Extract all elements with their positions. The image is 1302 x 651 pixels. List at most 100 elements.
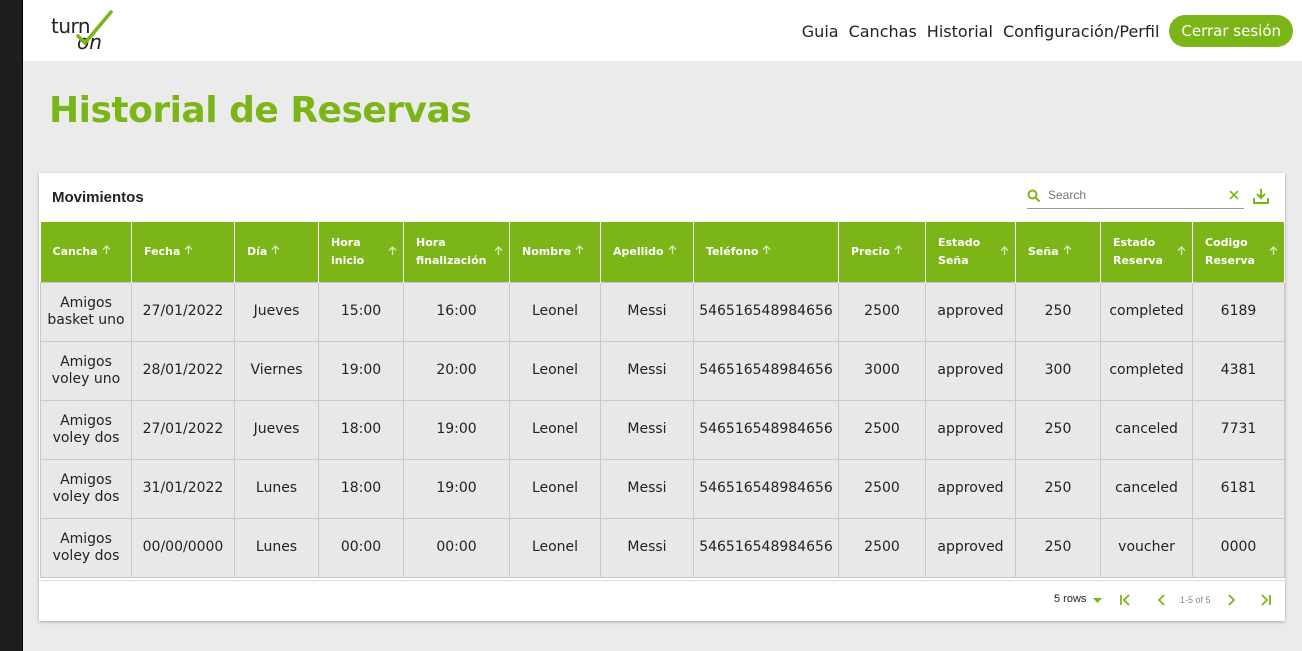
cell-nombre: Leonel [509, 399, 601, 460]
table-row[interactable]: Amigos voley dos 31/01/2022 Lunes 18:00 19:00… [40, 458, 1285, 519]
nav-historial[interactable]: Historial [927, 22, 993, 41]
table-row[interactable]: Amigos basket uno 27/01/2022 Jueves 15:00 16:… [40, 281, 1285, 342]
cell-dia: Viernes [234, 340, 319, 401]
column-header-dia[interactable]: Día [234, 222, 319, 282]
first-page-icon[interactable] [1118, 593, 1132, 607]
cell-sena: 300 [1015, 340, 1101, 401]
download-icon[interactable] [1253, 188, 1269, 205]
search-input[interactable] [1048, 188, 1218, 202]
cell-cancha-line2: voley dos [52, 488, 120, 505]
cell-fin: 16:00 [403, 281, 510, 342]
cell-cancha-line2: basket uno [47, 311, 125, 328]
sort-arrow-icon[interactable] [1063, 243, 1072, 261]
sort-arrow-icon[interactable] [894, 243, 903, 261]
cell-apellido: Messi [600, 458, 694, 519]
cell-fecha: 31/01/2022 [131, 458, 235, 519]
movimientos-card: Movimientos Search Cancha Fecha Día Hora… [39, 173, 1285, 621]
sort-arrow-icon[interactable] [575, 243, 584, 261]
cell-cancha: Amigos voley dos [40, 399, 132, 460]
next-page-icon[interactable] [1224, 593, 1238, 607]
column-header-apellido[interactable]: Apellido [600, 222, 694, 282]
cell-cancha-line2: voley dos [52, 547, 120, 564]
last-page-icon[interactable] [1259, 593, 1273, 607]
cell-telefono: 546516548984656 [693, 340, 839, 401]
nav-configuracion-perfil[interactable]: Configuración/Perfil [1003, 22, 1159, 41]
cell-inicio: 00:00 [318, 517, 404, 578]
cell-sena: 250 [1015, 399, 1101, 460]
reservations-table: Cancha Fecha Día Hora inicio Hora finaliza… [40, 222, 1285, 578]
search-icon [1027, 189, 1041, 203]
page-title: Historial de Reservas [49, 90, 472, 131]
column-header-precio[interactable]: Precio [838, 222, 926, 282]
cell-telefono: 546516548984656 [693, 281, 839, 342]
cell-precio: 2500 [838, 517, 926, 578]
cell-inicio: 18:00 [318, 458, 404, 519]
cell-telefono: 546516548984656 [693, 399, 839, 460]
cell-estado-sena: approved [925, 281, 1016, 342]
clear-icon[interactable] [1228, 189, 1240, 201]
column-header-sena[interactable]: Seña [1015, 222, 1101, 282]
table-header-row: Cancha Fecha Día Hora inicio Hora finaliza… [40, 222, 1285, 282]
table-row[interactable]: Amigos voley dos 00/00/0000 Lunes 00:00 00:00… [40, 517, 1285, 578]
card-title: Movimientos [52, 189, 144, 206]
sort-arrow-icon[interactable] [271, 243, 280, 261]
cell-fin: 00:00 [403, 517, 510, 578]
cell-fecha: 28/01/2022 [131, 340, 235, 401]
caret-down-icon[interactable] [1093, 598, 1102, 603]
logo[interactable]: turn on [51, 10, 115, 54]
sort-arrow-icon[interactable] [1000, 244, 1009, 262]
cell-estado-reserva: canceled [1100, 458, 1193, 519]
column-header-hora-inicio[interactable]: Hora inicio [318, 222, 404, 282]
column-header-estado-reserva[interactable]: Estado Reserva [1100, 222, 1193, 282]
cell-estado-sena: approved [925, 399, 1016, 460]
cell-fecha: 27/01/2022 [131, 399, 235, 460]
column-header-fecha[interactable]: Fecha [131, 222, 235, 282]
cell-cancha-line1: Amigos [60, 353, 112, 370]
cell-fin: 20:00 [403, 340, 510, 401]
logout-button[interactable]: Cerrar sesión [1169, 15, 1293, 47]
cell-nombre: Leonel [509, 458, 601, 519]
cell-estado-reserva: voucher [1100, 517, 1193, 578]
nav-guia[interactable]: Guia [802, 22, 839, 41]
rows-per-page-select[interactable]: 5 rows [1054, 593, 1086, 605]
sort-arrow-icon[interactable] [668, 243, 677, 261]
table-row[interactable]: Amigos voley uno 28/01/2022 Viernes 19:00 20:… [40, 340, 1285, 401]
cell-cancha: Amigos voley dos [40, 517, 132, 578]
cell-fin: 19:00 [403, 458, 510, 519]
column-header-hora-finalizacion[interactable]: Hora finalización [403, 222, 510, 282]
cell-cancha-line1: Amigos [60, 471, 112, 488]
table-row[interactable]: Amigos voley dos 27/01/2022 Jueves 18:00 19:0… [40, 399, 1285, 460]
nav-canchas[interactable]: Canchas [849, 22, 917, 41]
cell-fecha: 27/01/2022 [131, 281, 235, 342]
cell-estado-sena: approved [925, 458, 1016, 519]
cell-codigo: 0000 [1192, 517, 1285, 578]
prev-page-icon[interactable] [1155, 593, 1169, 607]
cell-cancha-line1: Amigos [60, 412, 112, 429]
sort-arrow-icon[interactable] [762, 243, 771, 261]
sort-arrow-icon[interactable] [494, 244, 503, 262]
cell-estado-reserva: completed [1100, 340, 1193, 401]
sort-arrow-icon[interactable] [184, 243, 193, 261]
cell-nombre: Leonel [509, 340, 601, 401]
cell-codigo: 6181 [1192, 458, 1285, 519]
sort-arrow-icon[interactable] [102, 243, 111, 261]
cell-cancha-line1: Amigos [60, 294, 112, 311]
column-header-nombre[interactable]: Nombre [509, 222, 601, 282]
column-header-estado-sena[interactable]: Estado Seña [925, 222, 1016, 282]
cell-cancha-line2: voley dos [52, 429, 120, 446]
pagination-footer: 5 rows 1-5 of 5 [39, 580, 1285, 621]
column-header-cancha[interactable]: Cancha [40, 222, 132, 282]
check-mark-icon [76, 10, 113, 46]
search-box[interactable] [1027, 186, 1244, 209]
cell-apellido: Messi [600, 517, 694, 578]
column-header-telefono[interactable]: Teléfono [693, 222, 839, 282]
sort-arrow-icon[interactable] [388, 244, 397, 262]
cell-codigo: 4381 [1192, 340, 1285, 401]
cell-dia: Lunes [234, 458, 319, 519]
column-header-codigo-reserva[interactable]: Codigo Reserva [1192, 222, 1285, 282]
cell-inicio: 15:00 [318, 281, 404, 342]
sort-arrow-icon[interactable] [1269, 244, 1278, 262]
cell-codigo: 6189 [1192, 281, 1285, 342]
cell-telefono: 546516548984656 [693, 517, 839, 578]
sort-arrow-icon[interactable] [1177, 244, 1186, 262]
